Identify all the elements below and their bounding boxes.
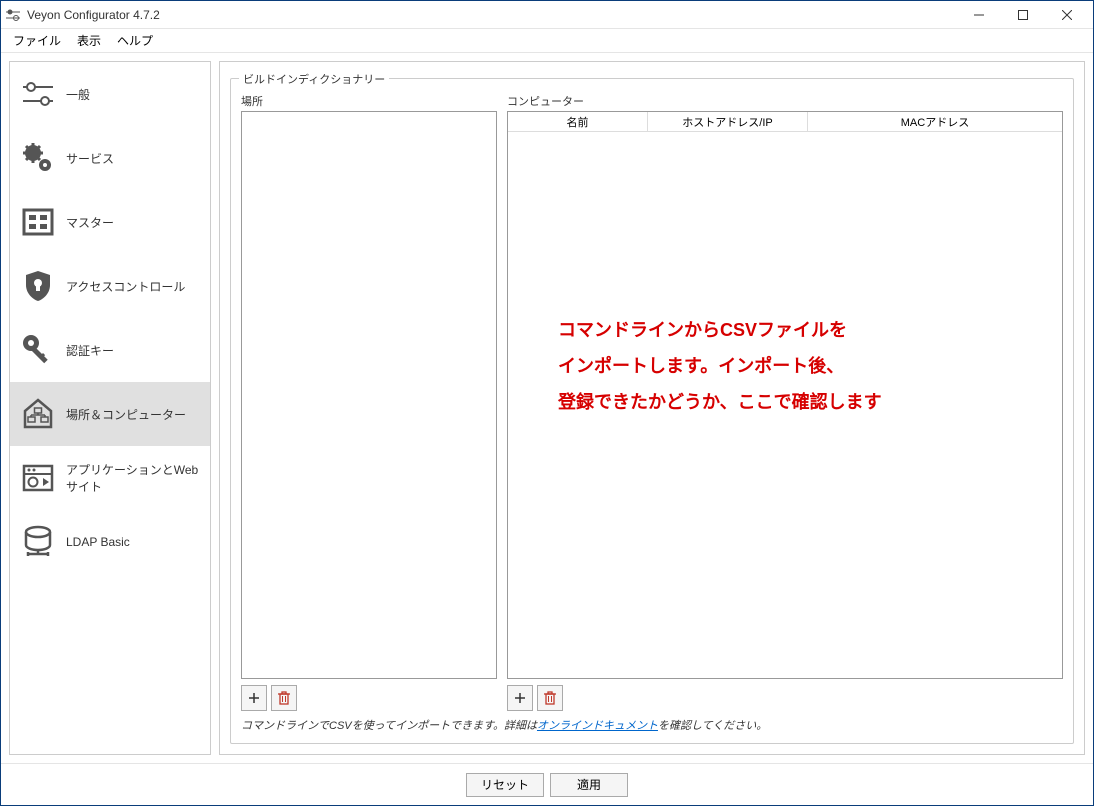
window-title: Veyon Configurator 4.7.2 <box>27 8 957 22</box>
menu-help[interactable]: ヘルプ <box>109 30 161 51</box>
groupbox-title: ビルドインディクショナリー <box>239 71 389 87</box>
sidebar-item-access-control[interactable]: アクセスコントロール <box>10 254 210 318</box>
builtin-dictionary-groupbox: ビルドインディクショナリー 場所 <box>230 78 1074 744</box>
apply-button[interactable]: 適用 <box>550 773 628 797</box>
locations-buttons <box>241 685 497 711</box>
titlebar: Veyon Configurator 4.7.2 <box>1 1 1093 29</box>
locations-list[interactable] <box>241 111 497 679</box>
sidebar-item-locations-computers[interactable]: 場所＆コンピューター <box>10 382 210 446</box>
delete-computer-button[interactable] <box>537 685 563 711</box>
shield-lock-icon <box>20 268 56 304</box>
sidebar-item-label: マスター <box>66 214 114 231</box>
computers-table[interactable]: 名前 ホストアドレス/IP MACアドレス コマンドラインからCSVファイルをイ… <box>507 111 1063 679</box>
bottom-bar: リセット 適用 <box>1 763 1093 805</box>
maximize-button[interactable] <box>1001 1 1045 29</box>
menu-file[interactable]: ファイル <box>5 30 69 51</box>
menu-view[interactable]: 表示 <box>69 30 109 51</box>
computers-buttons <box>507 685 1063 711</box>
sidebar-item-master[interactable]: マスター <box>10 190 210 254</box>
grid-icon <box>20 204 56 240</box>
key-icon <box>20 332 56 368</box>
minimize-icon <box>974 10 984 20</box>
add-location-button[interactable] <box>241 685 267 711</box>
plus-icon <box>514 692 526 704</box>
sliders-icon <box>20 76 56 112</box>
content-panel: ビルドインディクショナリー 場所 <box>219 61 1085 755</box>
sidebar-item-label: 認証キー <box>66 342 114 359</box>
main-area: 一般 サービス マスター アクセスコントロール <box>1 53 1093 763</box>
sidebar: 一般 サービス マスター アクセスコントロール <box>9 61 211 755</box>
minimize-button[interactable] <box>957 1 1001 29</box>
sidebar-item-ldap[interactable]: LDAP Basic <box>10 510 210 574</box>
computers-label: コンピューター <box>507 93 1063 109</box>
csv-hint: コマンドラインでCSVを使ってインポートできます。詳細はオンラインドキュメントを… <box>241 717 1063 733</box>
header-name[interactable]: 名前 <box>508 112 648 131</box>
sidebar-item-apps-websites[interactable]: アプリケーションとWebサイト <box>10 446 210 510</box>
sidebar-item-auth-keys[interactable]: 認証キー <box>10 318 210 382</box>
close-icon <box>1062 10 1072 20</box>
locations-label: 場所 <box>241 93 497 109</box>
app-window-icon <box>20 460 56 496</box>
sidebar-item-label: サービス <box>66 150 114 167</box>
delete-location-button[interactable] <box>271 685 297 711</box>
sidebar-item-label: 一般 <box>66 86 90 103</box>
window-controls <box>957 1 1089 28</box>
maximize-icon <box>1018 10 1028 20</box>
reset-button[interactable]: リセット <box>466 773 544 797</box>
menubar: ファイル 表示 ヘルプ <box>1 29 1093 53</box>
database-icon <box>20 524 56 560</box>
header-mac[interactable]: MACアドレス <box>808 112 1062 131</box>
gears-icon <box>20 140 56 176</box>
add-computer-button[interactable] <box>507 685 533 711</box>
trash-icon <box>544 691 556 705</box>
annotation-overlay: コマンドラインからCSVファイルをインポートします。インポート後、登録できたかど… <box>558 312 1042 420</box>
hint-suffix: を確認してください。 <box>658 720 767 732</box>
trash-icon <box>278 691 290 705</box>
header-host[interactable]: ホストアドレス/IP <box>648 112 808 131</box>
sidebar-item-general[interactable]: 一般 <box>10 62 210 126</box>
network-icon <box>20 396 56 432</box>
sidebar-item-label: アプリケーションとWebサイト <box>66 461 200 495</box>
sidebar-item-label: LDAP Basic <box>66 535 130 549</box>
sidebar-item-label: 場所＆コンピューター <box>66 406 186 423</box>
locations-panel: 場所 <box>241 93 497 711</box>
sidebar-item-label: アクセスコントロール <box>66 278 185 295</box>
plus-icon <box>248 692 260 704</box>
hint-prefix: コマンドラインでCSVを使ってインポートできます。詳細は <box>241 720 537 732</box>
panels: 場所 コンピューター <box>241 93 1063 711</box>
app-icon <box>5 7 21 23</box>
close-button[interactable] <box>1045 1 1089 29</box>
table-header: 名前 ホストアドレス/IP MACアドレス <box>508 112 1062 132</box>
computers-panel: コンピューター 名前 ホストアドレス/IP MACアドレス コマンドラインからC… <box>507 93 1063 711</box>
sidebar-item-service[interactable]: サービス <box>10 126 210 190</box>
online-doc-link[interactable]: オンラインドキュメント <box>537 720 658 732</box>
